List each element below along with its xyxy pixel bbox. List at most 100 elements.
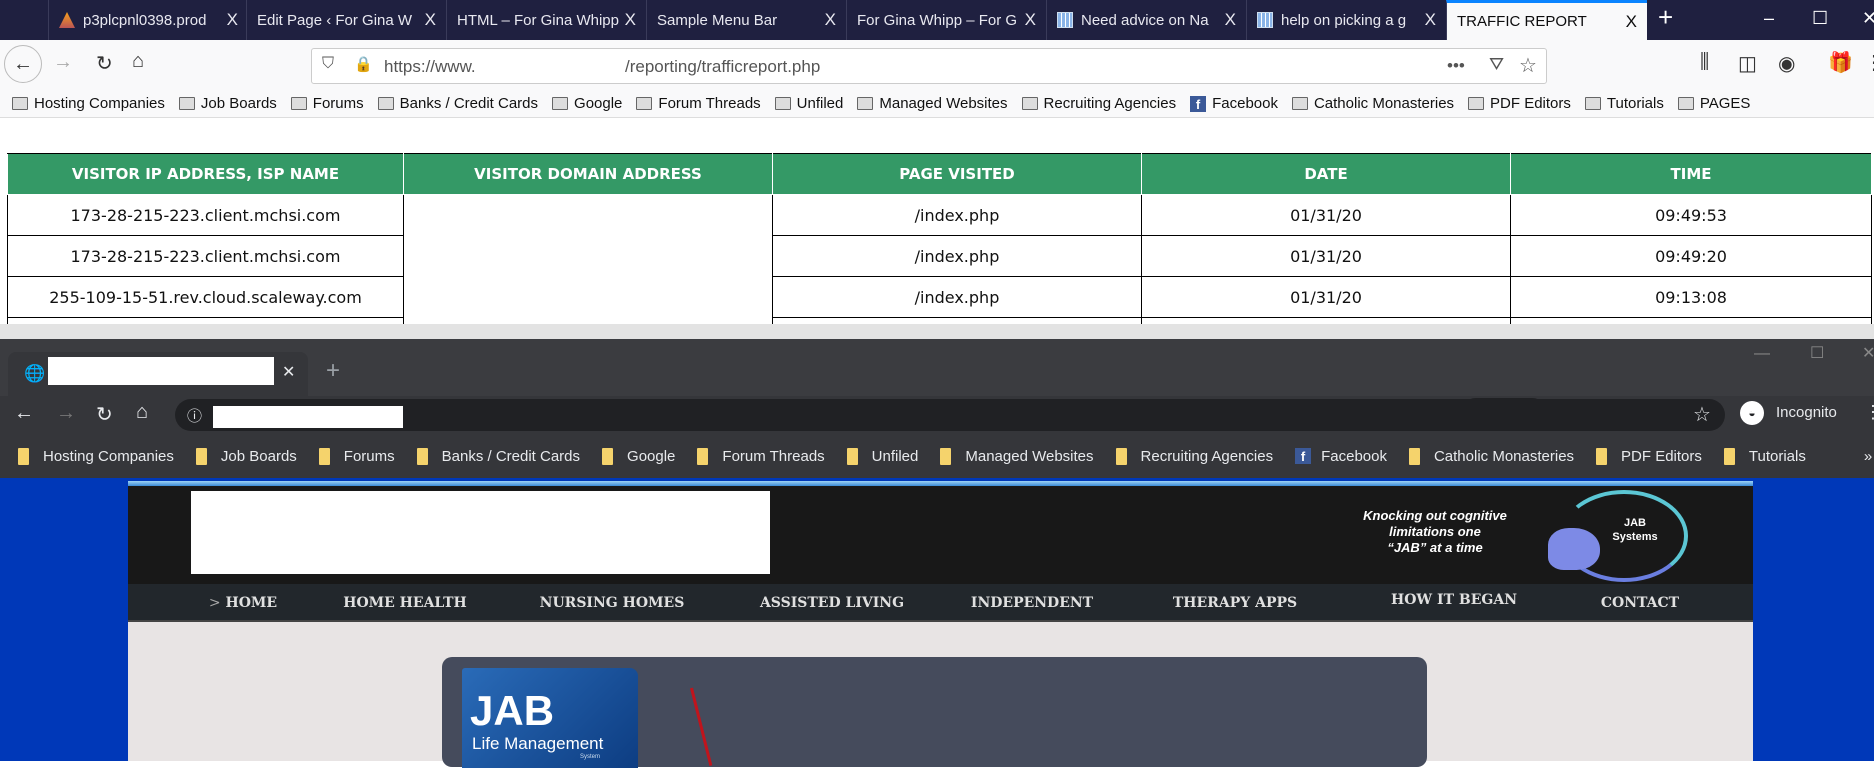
info-icon[interactable]: ⓘ <box>187 405 202 426</box>
bookmark-facebook[interactable]: f Facebook <box>1190 95 1278 112</box>
bookmark-pdf-editors[interactable]: PDF Editors <box>1596 447 1702 465</box>
bookmark-forums[interactable]: Forums <box>318 447 395 465</box>
menu-icon[interactable]: ⋮ <box>1864 50 1874 75</box>
tab-help-on-picking[interactable]: help on picking a gX <box>1246 0 1446 40</box>
minimize-icon[interactable]: — <box>1754 345 1770 363</box>
folder-icon <box>1677 97 1694 110</box>
chrome-address-bar[interactable]: ⓘ ☆ <box>175 399 1725 431</box>
nav-home-health[interactable]: HOME HEALTH <box>343 595 467 611</box>
new-tab-icon[interactable]: + <box>326 357 340 385</box>
bookmark-forums[interactable]: Forums <box>290 95 364 112</box>
pocket-icon[interactable]: ⛛ <box>1489 54 1504 75</box>
bookmark-managed-websites[interactable]: Managed Websites <box>857 95 1008 112</box>
firefox-toolbar: ← → ↻ ⌂ ⛉ 🔒 https://www. /reporting/traf… <box>0 40 1874 90</box>
nav-nursing-homes[interactable]: NURSING HOMES <box>540 595 685 611</box>
library-icon[interactable]: ⫼ <box>1700 51 1709 74</box>
tab-for-gina-whipp[interactable]: For Gina Whipp – For GX <box>846 0 1046 40</box>
reload-icon[interactable]: ↻ <box>96 402 113 427</box>
tab-edit-page[interactable]: Edit Page ‹ For Gina WX <box>246 0 446 40</box>
close-window-icon[interactable]: ✕ <box>1862 343 1874 363</box>
folder-icon <box>416 447 428 465</box>
bookmark-pdf-editors[interactable]: PDF Editors <box>1468 95 1571 112</box>
table-header-row: VISITOR IP ADDRESS, ISP NAME VISITOR DOM… <box>7 153 1872 195</box>
maximize-icon[interactable]: ☐ <box>1810 343 1824 363</box>
bookmark-hosting-companies[interactable]: Hosting Companies <box>12 95 165 112</box>
close-icon[interactable]: X <box>825 10 836 30</box>
url-redacted <box>213 406 403 428</box>
gift-icon[interactable]: 🎁 <box>1828 50 1853 75</box>
close-icon[interactable]: X <box>1225 10 1236 30</box>
lock-icon[interactable]: 🔒 <box>354 55 373 73</box>
close-icon[interactable]: X <box>625 10 636 30</box>
close-icon[interactable]: X <box>1025 10 1036 30</box>
close-icon[interactable]: X <box>1626 12 1637 32</box>
folder-icon <box>1584 97 1601 110</box>
maximize-icon[interactable]: ☐ <box>1812 8 1828 29</box>
nav-home[interactable]: > HOME <box>209 595 277 611</box>
bookmark-catholic-monasteries[interactable]: Catholic Monasteries <box>1408 447 1574 465</box>
bookmark-unfiled[interactable]: Unfiled <box>774 95 843 112</box>
tab-traffic-report[interactable]: TRAFFIC REPORT X <box>1446 0 1647 40</box>
tab-need-advice[interactable]: Need advice on Na X <box>1046 0 1246 40</box>
folder-icon <box>1596 447 1608 465</box>
close-window-icon[interactable]: ✕ <box>1862 8 1874 29</box>
bookmark-managed-websites[interactable]: Managed Websites <box>940 447 1094 465</box>
bookmark-tutorials[interactable]: Tutorials <box>1723 447 1806 465</box>
bookmark-google[interactable]: Google <box>552 95 622 112</box>
bookmark-recruiting-agencies[interactable]: Recruiting Agencies <box>1115 447 1273 465</box>
site-logo-redacted[interactable] <box>191 491 770 574</box>
fist-icon <box>1548 528 1600 570</box>
bookmark-job-boards[interactable]: Job Boards <box>178 95 277 112</box>
bookmark-tutorials[interactable]: Tutorials <box>1584 95 1664 112</box>
bookmark-unfiled[interactable]: Unfiled <box>846 447 918 465</box>
chrome-active-tab[interactable]: 🌐 ✕ <box>8 352 308 396</box>
nav-independent[interactable]: INDEPENDENT <box>971 595 1093 611</box>
chrome-bookmarks-bar: Hosting Companies Job Boards Forums Bank… <box>0 434 1874 478</box>
bookmark-star-icon[interactable]: ☆ <box>1519 53 1537 78</box>
home-icon[interactable]: ⌂ <box>136 401 148 424</box>
sidebar-icon[interactable]: ◫ <box>1738 51 1757 76</box>
reload-icon[interactable]: ↻ <box>96 51 113 76</box>
tab-sample-menu-bar[interactable]: Sample Menu Bar X <box>646 0 846 40</box>
tab-html[interactable]: HTML – For Gina Whipp X <box>446 0 646 40</box>
close-icon[interactable]: X <box>227 10 238 30</box>
shield-icon[interactable]: ⛉ <box>322 55 334 73</box>
nav-assisted-living[interactable]: ASSISTED LIVING <box>760 595 904 611</box>
bookmark-forum-threads[interactable]: Forum Threads <box>697 447 825 465</box>
nav-how-it-began[interactable]: HOW IT BEGAN <box>1391 592 1517 608</box>
bookmark-banks[interactable]: Banks / Credit Cards <box>377 95 538 112</box>
nav-therapy-apps[interactable]: THERAPY APPS <box>1173 595 1297 611</box>
more-bookmarks-icon[interactable]: » <box>1864 448 1872 465</box>
page-actions-icon[interactable]: ••• <box>1447 56 1465 76</box>
folder-icon <box>697 447 709 465</box>
bookmark-forum-threads[interactable]: Forum Threads <box>636 95 761 112</box>
folder-icon <box>857 97 874 110</box>
bookmark-catholic-monasteries[interactable]: Catholic Monasteries <box>1291 95 1454 112</box>
forward-icon[interactable]: → <box>53 51 73 74</box>
bookmark-star-icon[interactable]: ☆ <box>1693 402 1711 427</box>
url-bar[interactable]: ⛉ 🔒 https://www. /reporting/trafficrepor… <box>311 48 1547 84</box>
incognito-label: Incognito <box>1776 404 1837 421</box>
back-icon[interactable]: ← <box>4 45 42 83</box>
bookmark-pages[interactable]: PAGES <box>1677 95 1750 112</box>
bookmark-job-boards[interactable]: Job Boards <box>195 447 297 465</box>
account-icon[interactable]: ◉ <box>1778 51 1795 76</box>
folder-icon <box>940 447 952 465</box>
bookmark-google[interactable]: Google <box>602 447 675 465</box>
folder-icon <box>774 97 791 110</box>
bookmark-banks[interactable]: Banks / Credit Cards <box>416 447 580 465</box>
forward-icon[interactable]: → <box>56 402 76 425</box>
close-icon[interactable]: X <box>1425 10 1436 30</box>
home-icon[interactable]: ⌂ <box>132 50 144 73</box>
bookmark-recruiting-agencies[interactable]: Recruiting Agencies <box>1021 95 1176 112</box>
minimize-icon[interactable]: – <box>1764 8 1774 29</box>
bookmark-facebook[interactable]: f Facebook <box>1295 448 1387 465</box>
nav-contact[interactable]: CONTACT <box>1601 595 1679 611</box>
close-icon[interactable]: X <box>425 10 436 30</box>
close-icon[interactable]: ✕ <box>282 362 295 382</box>
bookmark-hosting-companies[interactable]: Hosting Companies <box>18 447 174 465</box>
new-tab-icon[interactable]: + <box>1658 2 1673 33</box>
menu-icon[interactable]: ⋮ <box>1864 402 1874 423</box>
tab-cpanel[interactable]: p3plcpnl0398.prod X <box>48 0 248 40</box>
back-icon[interactable]: ← <box>14 402 34 425</box>
